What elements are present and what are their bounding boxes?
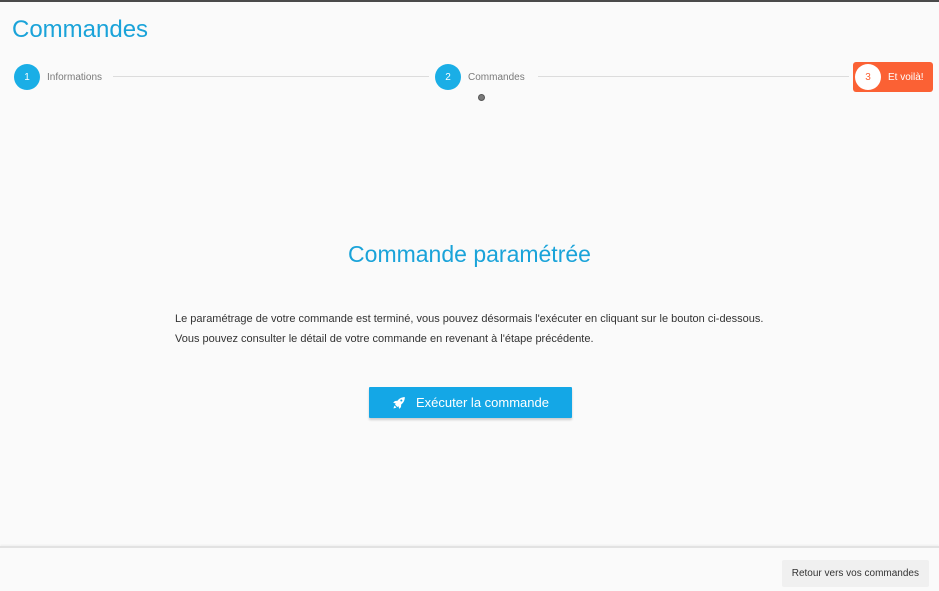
rocket-icon [393, 396, 405, 409]
step-label: Commandes [468, 71, 525, 83]
step-number: 1 [14, 64, 40, 90]
back-to-orders-button[interactable]: Retour vers vos commandes [781, 560, 929, 587]
wizard-stepper: 1 Informations 2 Commandes 3 Et voilà! [0, 60, 939, 101]
progress-dot [478, 94, 485, 101]
section-heading: Commande paramétrée [348, 241, 591, 267]
description-text: Vous pouvez consulter le détail de votre… [175, 333, 594, 345]
step-et-voila[interactable]: 3 Et voilà! [853, 62, 933, 92]
step-informations[interactable]: 1 Informations [14, 63, 102, 91]
step-number: 3 [855, 64, 881, 90]
step-number: 2 [435, 64, 461, 90]
page-title: Commandes [12, 16, 149, 43]
execute-button-label: Exécuter la commande [416, 395, 549, 410]
execute-command-button[interactable]: Exécuter la commande [369, 387, 572, 418]
step-commandes[interactable]: 2 Commandes [435, 63, 525, 91]
step-label: Informations [47, 71, 103, 83]
step-label: Et voilà! [888, 71, 924, 83]
step-connector [113, 76, 429, 77]
description-text: Le paramétrage de votre commande est ter… [175, 313, 764, 325]
step-connector [538, 76, 849, 77]
footer-bar: Retour vers vos commandes [0, 546, 939, 591]
